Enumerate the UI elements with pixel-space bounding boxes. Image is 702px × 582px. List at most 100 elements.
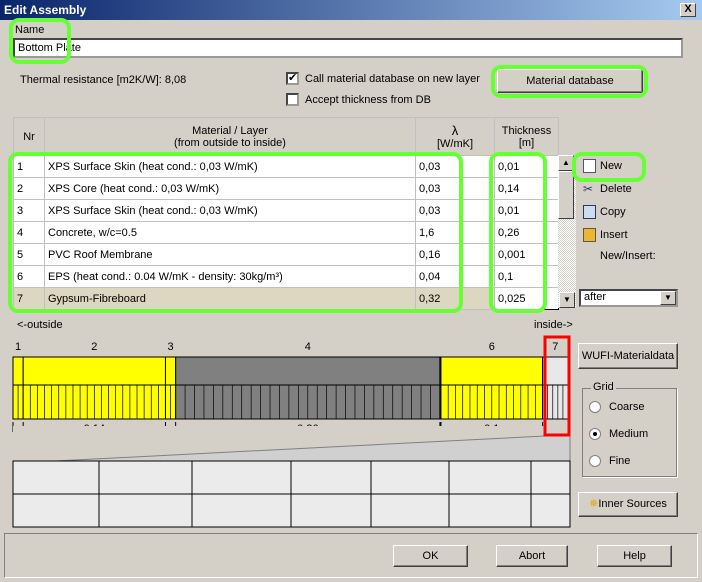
row-material[interactable]: EPS (heat cond.: 0.04 W/mK - density: 30… (44, 265, 416, 288)
scroll-down-button[interactable]: ▼ (559, 292, 575, 308)
layer-number: 3 (167, 341, 173, 353)
row-thickness[interactable]: 0,01 (494, 199, 559, 222)
layer-number: 2 (91, 341, 97, 353)
inner-sources-icon: ✵ (589, 498, 599, 510)
lambda-symbol: λ (451, 123, 459, 138)
insert-label: Insert (600, 229, 628, 241)
row-nr[interactable]: 4 (13, 221, 45, 244)
name-input[interactable] (13, 38, 683, 58)
row-material[interactable]: XPS Core (heat cond.: 0,03 W/mK) (44, 177, 416, 200)
inner-sources-button[interactable]: ✵Inner Sources (578, 492, 678, 517)
table-scrollbar[interactable]: ▲ ▼ (558, 155, 576, 308)
row-lambda[interactable]: 0,04 (415, 265, 495, 288)
row-material[interactable]: PVC Roof Membrane (44, 243, 416, 266)
chevron-down-icon[interactable]: ▼ (660, 291, 676, 305)
footer-panel (4, 533, 698, 578)
thickness-title: Thickness (501, 124, 552, 137)
lambda-unit: [W/mK] (436, 138, 474, 150)
name-label: Name (15, 24, 45, 36)
row-nr[interactable]: 1 (13, 155, 45, 178)
row-nr[interactable]: 6 (13, 265, 45, 288)
copy-button[interactable]: Copy (583, 205, 626, 219)
table-row[interactable]: 5 PVC Roof Membrane 0,16 0,001 (13, 243, 559, 266)
row-thickness[interactable]: 0,26 (494, 221, 559, 244)
row-thickness[interactable]: 0,14 (494, 177, 559, 200)
row-nr[interactable]: 2 (13, 177, 45, 200)
row-thickness[interactable]: 0,001 (494, 243, 559, 266)
grid-group: Grid Coarse Medium Fine (582, 381, 677, 477)
grid-fine-radio[interactable]: Fine (589, 455, 631, 468)
inner-sources-label: Inner Sources (598, 498, 667, 510)
new-label: New (600, 160, 623, 172)
accept-thickness-checkbox[interactable] (286, 93, 299, 106)
row-lambda[interactable]: 0,16 (415, 243, 495, 266)
grid-coarse-radio[interactable]: Coarse (589, 401, 645, 414)
row-material[interactable]: Concrete, w/c=0.5 (44, 221, 416, 244)
row-material[interactable]: XPS Surface Skin (heat cond.: 0,03 W/mK) (44, 155, 416, 178)
call-db-label: Call material database on new layer (305, 73, 480, 85)
help-button[interactable]: Help (597, 545, 672, 567)
table-row[interactable]: 3 XPS Surface Skin (heat cond.: 0,03 W/mK… (13, 199, 559, 222)
layer-block (164, 356, 177, 386)
header-thickness: Thickness [m] (494, 117, 559, 156)
thickness-unit: [m] (518, 136, 535, 149)
window-title: Edit Assembly (4, 3, 87, 17)
table-row[interactable]: 6 EPS (heat cond.: 0.04 W/mK - density: 3… (13, 265, 559, 288)
delete-button[interactable]: ✂ Delete (583, 182, 632, 196)
row-thickness[interactable]: 0,1 (494, 265, 559, 288)
row-material[interactable]: XPS Surface Skin (heat cond.: 0,03 W/mK) (44, 199, 416, 222)
layer-block (22, 356, 166, 386)
radio-icon (589, 428, 601, 441)
header-material-sub: (from outside to inside) (174, 136, 286, 149)
scissors-icon: ✂ (583, 182, 594, 196)
layer-diagram: 120,14340,2660,17 (12, 335, 571, 528)
layer-block (175, 356, 441, 386)
row-lambda[interactable]: 0,03 (415, 177, 495, 200)
header-material-title: Material / Layer (192, 124, 268, 137)
abort-button[interactable]: Abort (496, 545, 568, 567)
radio-icon (589, 401, 601, 414)
layer-number: 7 (552, 341, 558, 353)
layer-block (12, 356, 24, 386)
row-thickness[interactable]: 0,025 (494, 287, 559, 310)
copy-label: Copy (600, 206, 626, 218)
table-row[interactable]: 1 XPS Surface Skin (heat cond.: 0,03 W/mK… (13, 155, 559, 178)
header-material: Material / Layer (from outside to inside) (44, 117, 416, 156)
row-nr[interactable]: 5 (13, 243, 45, 266)
call-db-checkbox[interactable]: ✔ (286, 72, 299, 85)
new-insert-label: New/Insert: (600, 250, 656, 262)
insert-button[interactable]: Insert (583, 228, 628, 242)
wufi-materialdata-button[interactable]: WUFI-Materialdata (578, 343, 678, 369)
radio-icon (589, 455, 601, 468)
fine-label: Fine (609, 455, 631, 467)
scroll-up-button[interactable]: ▲ (558, 155, 574, 171)
thermal-resistance: Thermal resistance [m2K/W]: 8,08 (20, 74, 187, 86)
accept-thickness-label: Accept thickness from DB (305, 94, 431, 106)
grid-label: Grid (591, 381, 616, 393)
coarse-label: Coarse (609, 401, 645, 413)
row-nr[interactable]: 3 (13, 199, 45, 222)
close-button[interactable]: X (680, 3, 696, 17)
scroll-thumb[interactable] (558, 171, 574, 219)
row-material[interactable]: Gypsum-Fibreboard (44, 287, 416, 310)
medium-label: Medium (609, 428, 649, 440)
table-row[interactable]: 7 Gypsum-Fibreboard 0,32 0,025 (13, 287, 559, 310)
position-select[interactable]: after ▼ (579, 289, 678, 307)
row-thickness[interactable]: 0,01 (494, 155, 559, 178)
table-row[interactable]: 2 XPS Core (heat cond.: 0,03 W/mK) 0,03 0,1… (13, 177, 559, 200)
paste-icon (583, 228, 596, 242)
header-lambda: λ [W/mK] (415, 117, 495, 156)
ok-button[interactable]: OK (393, 545, 468, 567)
position-select-value: after (584, 291, 607, 303)
grid-medium-radio[interactable]: Medium (589, 428, 649, 441)
row-nr[interactable]: 7 (13, 287, 45, 310)
layer-number: 4 (305, 341, 311, 353)
layer-table: Nr Material / Layer (from outside to insi… (13, 117, 559, 310)
row-lambda[interactable]: 1,6 (415, 221, 495, 244)
row-lambda[interactable]: 0,32 (415, 287, 495, 310)
row-lambda[interactable]: 0,03 (415, 155, 495, 178)
new-button[interactable]: New (583, 159, 622, 173)
material-database-button[interactable]: Material database (497, 69, 643, 93)
table-row[interactable]: 4 Concrete, w/c=0.5 1,6 0,26 (13, 221, 559, 244)
row-lambda[interactable]: 0,03 (415, 199, 495, 222)
